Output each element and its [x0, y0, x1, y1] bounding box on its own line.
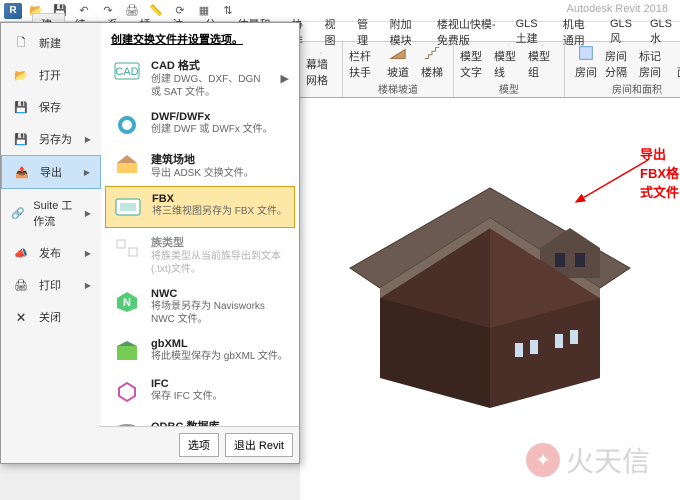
application-menu: 🗋新建 📂打开 💾保存 💾另存为▶ 📤导出▶ 🔗Suite 工作流▶ 📣发布▶ … — [0, 22, 300, 464]
save-disk-icon: 💾 — [11, 99, 31, 115]
export-site[interactable]: 建筑场地导出 ADSK 交换文件。 — [105, 145, 295, 186]
menu-left-pane: 🗋新建 📂打开 💾保存 💾另存为▶ 📤导出▶ 🔗Suite 工作流▶ 📣发布▶ … — [1, 23, 101, 463]
options-button[interactable]: 选项 — [179, 433, 219, 457]
chevron-right-icon: ▶ — [85, 135, 91, 144]
export-family[interactable]: 族类型将族类型从当前族导出到文本(.txt)文件。 — [105, 228, 295, 282]
menu-open[interactable]: 📂打开 — [1, 59, 101, 91]
watermark-text: 火天信 — [566, 440, 650, 480]
model-group-button[interactable]: 模型 组 — [528, 44, 558, 80]
fbx-icon — [112, 193, 144, 221]
close-doc-icon: 🗙 — [11, 309, 31, 325]
chevron-right-icon: ▶ — [84, 168, 90, 177]
stair-button[interactable]: 楼梯 — [417, 44, 447, 80]
svg-text:CAD: CAD — [115, 66, 138, 78]
app-logo[interactable]: R — [4, 3, 22, 19]
export-icon: 📤 — [12, 164, 32, 180]
app-title: Autodesk Revit 2018 — [566, 3, 668, 15]
gbxml-icon — [111, 338, 143, 366]
open-folder-icon: 📂 — [11, 67, 31, 83]
export-ifc[interactable]: IFC保存 IFC 文件。 — [105, 372, 295, 412]
area-button[interactable]: 面积 — [673, 44, 680, 80]
watermark-logo-icon: ✦ — [526, 443, 560, 477]
cad-icon: CAD — [111, 57, 143, 85]
chevron-right-icon: ▶ — [85, 209, 91, 218]
suite-icon: 🔗 — [11, 205, 25, 221]
model-text-button[interactable]: A模型 文字 — [460, 44, 490, 80]
ifc-icon — [111, 378, 143, 406]
railing-button[interactable]: 栏杆扶手 — [349, 44, 379, 80]
dwf-icon — [111, 111, 143, 139]
export-pane-title: 创建交换文件并设置选项。 — [105, 27, 295, 51]
print-icon: 🖨 — [11, 277, 31, 293]
menu-publish[interactable]: 📣发布▶ — [1, 237, 101, 269]
menu-right-pane: 创建交换文件并设置选项。 CADCAD 格式创建 DWG、DXF、DGN 或 S… — [101, 23, 299, 463]
menu-export[interactable]: 📤导出▶ — [1, 155, 101, 189]
svg-text:N: N — [123, 297, 131, 309]
export-fbx[interactable]: FBX将三维视图另存为 FBX 文件。 — [105, 186, 295, 228]
panel-label-model: 模型 — [499, 80, 519, 97]
panel-label-stair: 楼梯坡道 — [378, 80, 418, 97]
svg-text:A: A — [475, 44, 476, 46]
annotation-text: 导出FBX格式文件 — [640, 144, 680, 201]
menu-save[interactable]: 💾保存 — [1, 91, 101, 123]
menu-new[interactable]: 🗋新建 — [1, 27, 101, 59]
menu-saveas[interactable]: 💾另存为▶ — [1, 123, 101, 155]
chevron-right-icon: ▶ — [281, 72, 289, 85]
model-line-button[interactable]: 模型 线 — [494, 44, 524, 80]
ribbon-panel-circulation: 栏杆扶手 坡道 楼梯 楼梯坡道 — [343, 42, 454, 97]
ribbon-panel-room: 房间 房间 分隔 1标记 房间 面积 房间和面积 — [565, 42, 680, 97]
saveas-icon: 💾 — [11, 131, 31, 147]
export-nwc[interactable]: NNWC将场景另存为 Navisworks NWC 文件。 — [105, 282, 295, 332]
ribbon-panel-wall: 幕墙 网格 — [300, 42, 343, 97]
family-icon — [111, 234, 143, 262]
publish-icon: 📣 — [11, 245, 31, 261]
nwc-icon: N — [111, 288, 143, 316]
new-icon: 🗋 — [11, 35, 31, 51]
panel-label-room: 房间和面积 — [612, 80, 662, 97]
chevron-right-icon: ▶ — [85, 281, 91, 290]
site-icon — [111, 151, 143, 179]
menu-print[interactable]: 🖨打印▶ — [1, 269, 101, 301]
menu-close[interactable]: 🗙关闭 — [1, 301, 101, 333]
export-dwf[interactable]: DWF/DWFx创建 DWF 或 DWFx 文件。 — [105, 105, 295, 145]
3d-viewport[interactable]: 导出FBX格式文件 ✦ 火天信 — [300, 98, 680, 500]
tag-room-button[interactable]: 1标记 房间 — [639, 44, 669, 80]
export-cad[interactable]: CADCAD 格式创建 DWG、DXF、DGN 或 SAT 文件。▶ — [105, 51, 295, 105]
ramp-button[interactable]: 坡道 — [383, 44, 413, 80]
curtain-grid-button[interactable]: 幕墙 网格 — [306, 52, 336, 88]
room-button[interactable]: 房间 — [571, 44, 601, 80]
menu-footer: 选项 退出 Revit — [101, 426, 299, 463]
exit-button[interactable]: 退出 Revit — [225, 433, 293, 457]
watermark: ✦ 火天信 — [526, 440, 650, 480]
menu-suite[interactable]: 🔗Suite 工作流▶ — [1, 189, 101, 237]
export-gbxml[interactable]: gbXML将此模型保存为 gbXML 文件。 — [105, 332, 295, 372]
room-separator-button[interactable]: 房间 分隔 — [605, 44, 635, 80]
chevron-right-icon: ▶ — [85, 249, 91, 258]
ribbon-panel-model: A模型 文字 模型 线 模型 组 模型 — [454, 42, 565, 97]
